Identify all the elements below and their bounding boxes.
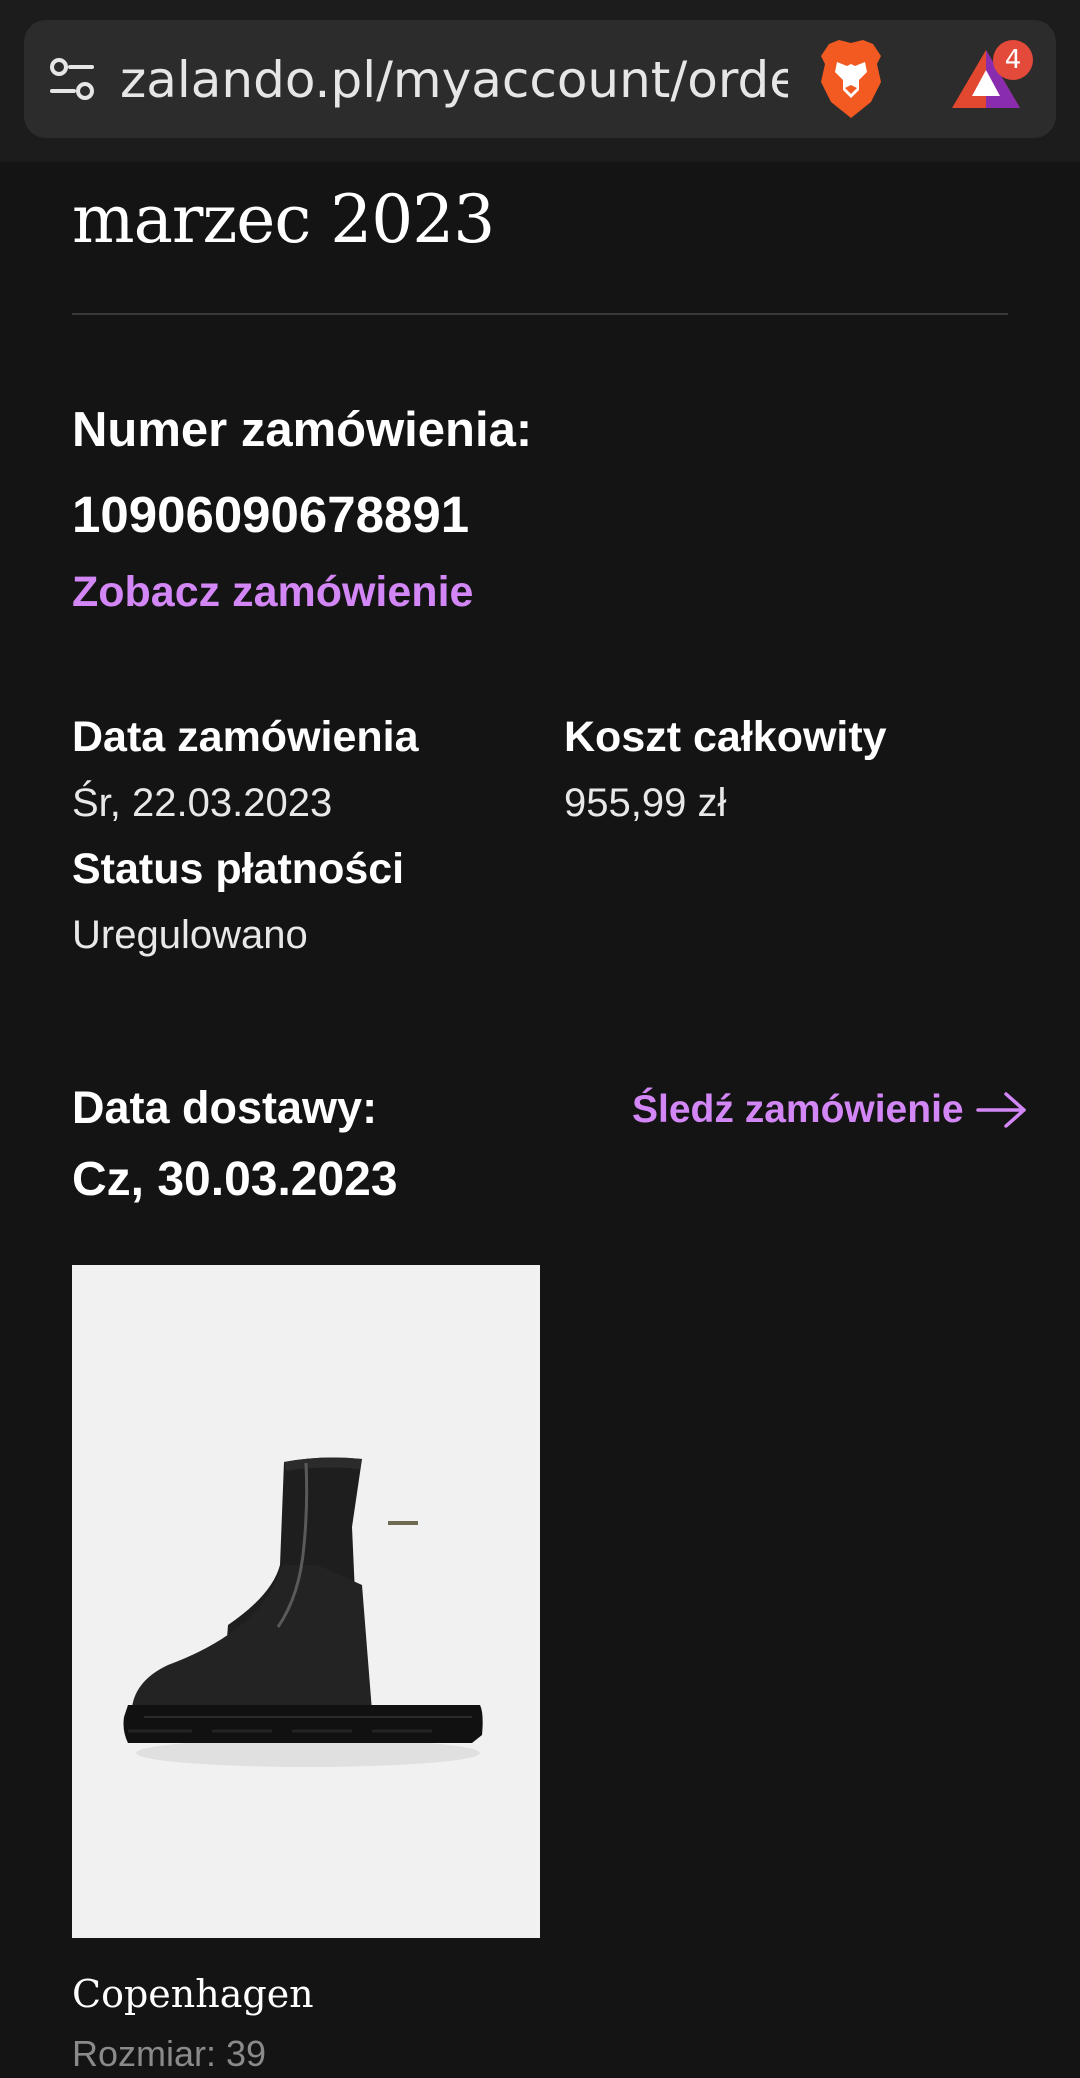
product-size: Rozmiar: 39 (72, 2033, 267, 2074)
order-date-value: Śr, 22.03.2023 (72, 781, 333, 825)
product-image[interactable] (72, 1265, 540, 1938)
delivery-date-label: Data dostawy: (72, 1082, 378, 1133)
tune-icon[interactable] (48, 56, 96, 104)
arrow-right-icon[interactable] (975, 1090, 1028, 1130)
order-number-value: 10906090678891 (72, 486, 470, 543)
payment-status-value: Uregulowano (72, 913, 308, 957)
track-order-link[interactable]: Śledź zamówienie (632, 1082, 1028, 1138)
delivery-date-value: Cz, 30.03.2023 (72, 1153, 398, 1206)
view-order-link[interactable]: Zobacz zamówienie (72, 564, 473, 620)
divider (72, 313, 1008, 315)
url-text[interactable]: zalando.pl/myaccount/orde (120, 48, 788, 112)
browser-toolbar: zalando.pl/myaccount/orde 4 (0, 0, 1080, 162)
total-cost-label: Koszt całkowity (564, 713, 887, 761)
order-date-label: Data zamówienia (72, 713, 419, 761)
month-heading: marzec 2023 (72, 181, 495, 258)
order-number-label: Numer zamówienia: (72, 403, 533, 457)
brave-lion-icon[interactable] (815, 38, 887, 120)
notification-badge: 4 (993, 40, 1033, 80)
total-cost-value: 955,99 zł (564, 781, 727, 825)
product-brand: Copenhagen (72, 1972, 314, 2016)
payment-status-label: Status płatności (72, 845, 405, 893)
track-order-label[interactable]: Śledź zamówienie (632, 1082, 964, 1138)
